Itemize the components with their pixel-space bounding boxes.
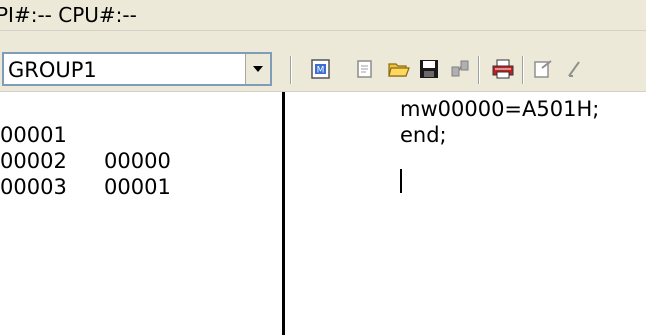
print-button[interactable] [490, 55, 516, 83]
step-number: 00000 [104, 149, 171, 173]
group-selector-value: GROUP1 [8, 58, 97, 82]
print-icon [492, 59, 514, 79]
memory-icon: M [311, 59, 330, 79]
toolbar-separator [522, 56, 524, 84]
memory-button[interactable]: M [308, 55, 334, 83]
pen-icon [568, 61, 580, 77]
status-bar: PI#:-- CPU#:-- [0, 0, 646, 31]
status-text: PI#:-- CPU#:-- [0, 3, 137, 27]
open-button[interactable] [386, 55, 412, 83]
step-number: 00001 [104, 175, 171, 199]
group-selector[interactable]: GROUP1 [2, 52, 272, 86]
open-folder-icon [388, 63, 410, 77]
code-line: end; [400, 123, 447, 147]
list-item[interactable]: 00003 [0, 148, 67, 252]
properties-button[interactable] [530, 55, 556, 83]
code-editor[interactable]: mw00000=A501H; end; [285, 92, 646, 335]
copy-button[interactable] [352, 55, 378, 83]
text-cursor [400, 169, 402, 193]
network-button[interactable] [447, 55, 473, 83]
line-number: 00003 [0, 175, 67, 199]
copy-document-icon [357, 60, 372, 78]
line-number-list[interactable]: 00001 00000 00002 00001 00003 [0, 92, 285, 335]
svg-text:M: M [317, 66, 325, 76]
network-icon [451, 60, 469, 77]
toolbar-separator [478, 56, 480, 84]
save-icon [420, 60, 438, 78]
save-button[interactable] [416, 55, 442, 83]
dropdown-button[interactable] [245, 54, 270, 84]
pen-button[interactable] [562, 55, 588, 83]
code-line: mw00000=A501H; [400, 97, 600, 121]
toolbar-separator [290, 56, 292, 84]
properties-icon [534, 60, 552, 78]
chevron-down-icon [253, 66, 263, 72]
